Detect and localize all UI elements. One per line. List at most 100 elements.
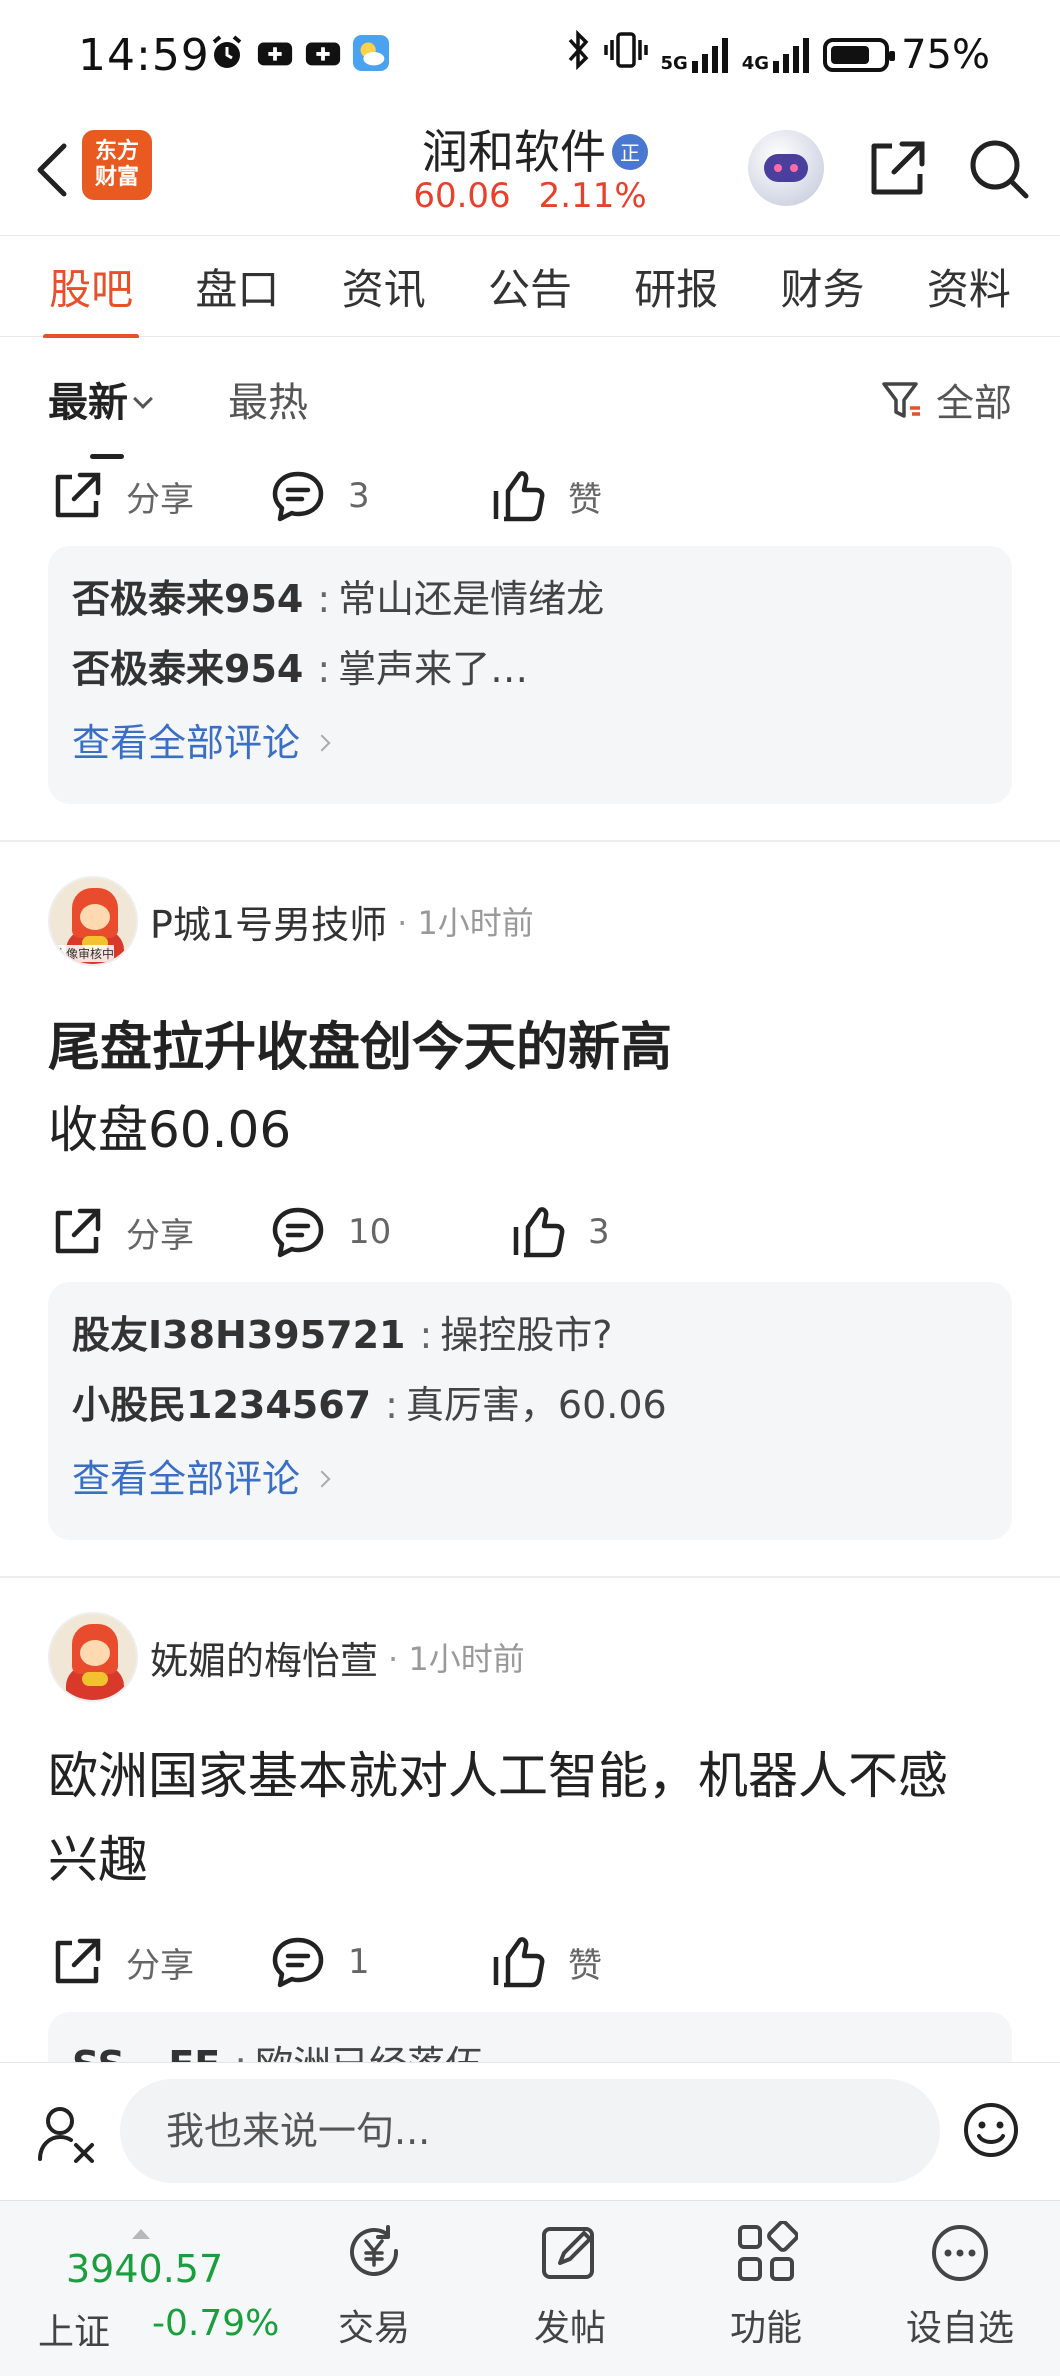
post-body[interactable]: 收盘60.06 <box>0 1088 1060 1172</box>
tab-announcements[interactable]: 公告 <box>482 256 578 317</box>
comment-user[interactable]: 否极泰来954 <box>72 577 303 621</box>
nav-functions[interactable]: 功能 <box>696 2221 836 2351</box>
app-logo[interactable]: 东方 财富 <box>82 130 152 200</box>
view-all-label: 查看全部评论 <box>72 721 301 765</box>
vibrate-icon <box>604 30 649 80</box>
zheng-badge: 正 <box>612 133 648 170</box>
chevron-right-icon <box>313 1470 331 1488</box>
comment-input[interactable]: 我也来说一句... <box>120 2079 940 2183</box>
stock-tabs: 股吧 盘口 资讯 公告 研报 财务 资料 <box>0 235 1060 339</box>
comment-user[interactable]: 否极泰来954 <box>72 647 303 691</box>
comment-action[interactable]: 3 <box>270 469 490 523</box>
comment-input-bar: 我也来说一句... <box>0 2062 1060 2200</box>
comment-preview[interactable]: SS...EE:欧洲已经落伍 <box>48 2012 1012 2062</box>
comment-line: 否极泰来954: 常山还是情绪龙 <box>72 577 605 621</box>
post-actions: 分享 10 3 <box>0 1182 1060 1282</box>
index-value: 3940.57 <box>66 2247 224 2291</box>
nav-label: 交易 <box>337 2308 410 2349</box>
stock-name: 润和软件 <box>422 125 606 179</box>
tab-pankou[interactable]: 盘口 <box>189 256 285 317</box>
avatar[interactable] <box>48 1612 138 1702</box>
alarm-icon <box>208 34 246 72</box>
edit-icon <box>542 2227 594 2279</box>
comment-user[interactable]: 小股民1234567 <box>72 1383 371 1427</box>
share-button[interactable] <box>862 134 932 204</box>
share-icon <box>55 1208 101 1254</box>
app-header: 东方 财富 润和软件正 60.06 2.11% <box>0 110 1060 235</box>
post-card[interactable]: 妩媚的梅怡萱 · 1小时前 欧洲国家基本就对人工智能，机器人不感 兴趣 分享 1… <box>0 1578 1060 2062</box>
comment-text: 真厉害，60.06 <box>405 1383 667 1427</box>
ai-assistant-button[interactable] <box>748 130 824 206</box>
avatar[interactable]: 头像审核中 <box>48 876 138 966</box>
emoji-button[interactable] <box>962 2101 1020 2159</box>
comment-count: 1 <box>348 1942 370 1982</box>
tab-guba[interactable]: 股吧 <box>43 256 140 339</box>
like-action[interactable]: 赞 <box>490 469 690 523</box>
share-label: 分享 <box>126 1945 194 1986</box>
nav-post[interactable]: 发帖 <box>500 2221 640 2351</box>
microphone-icon <box>38 2107 94 2163</box>
thumbs-up-icon <box>493 471 545 522</box>
back-button[interactable] <box>20 130 84 210</box>
post-card[interactable]: 头像审核中 P城1号男技师 · 1小时前 尾盘拉升收盘创今天的新高 收盘60.0… <box>0 842 1060 1578</box>
status-time: 14:59 <box>78 30 210 81</box>
share-action[interactable]: 分享 <box>50 469 270 523</box>
post-body-line: 兴趣 <box>48 1831 148 1889</box>
comment-action[interactable]: 10 <box>270 1205 490 1259</box>
comment-action[interactable]: 1 <box>270 1935 490 1989</box>
sort-latest[interactable]: 最新 <box>48 370 153 459</box>
like-action[interactable]: 赞 <box>490 1935 690 1989</box>
share-icon <box>55 472 101 518</box>
sort-hot[interactable]: 最热 <box>228 370 308 428</box>
index-change: -0.79% <box>152 2303 280 2344</box>
search-button[interactable] <box>964 134 1034 204</box>
nav-label: 功能 <box>729 2308 802 2349</box>
post-author[interactable]: P城1号男技师 <box>150 894 387 949</box>
market-index[interactable]: 3940.57 上证 -0.79% <box>38 2219 298 2359</box>
view-all-comments[interactable]: 查看全部评论 <box>72 704 988 782</box>
comment-preview[interactable]: 股友I38H395721: 操控股市? 小股民1234567: 真厉害，60.06 … <box>48 1282 1012 1540</box>
comment-text: 掌声来了… <box>338 647 529 691</box>
post-body[interactable]: 欧洲国家基本就对人工智能，机器人不感 兴趣 <box>0 1704 1060 1902</box>
comment-user[interactable]: 股友I38H395721 <box>72 1313 405 1357</box>
post-actions: 分享 1 赞 <box>0 1912 1060 2012</box>
tab-finance[interactable]: 财务 <box>775 256 871 317</box>
bluetooth-icon <box>566 29 592 80</box>
comment-user[interactable]: SS...EE <box>72 2043 220 2062</box>
share-action[interactable]: 分享 <box>50 1935 270 1989</box>
chevron-right-icon <box>313 734 331 752</box>
view-all-label: 查看全部评论 <box>72 1457 301 1501</box>
app-notification-icon <box>256 34 294 72</box>
comment-icon <box>272 1207 324 1258</box>
nav-add-watchlist[interactable]: 设自选 <box>890 2221 1030 2351</box>
nav-trade[interactable]: 交易 <box>304 2221 444 2351</box>
signal-5g-icon: 5G <box>660 37 729 73</box>
comment-line: SS...EE:欧洲已经落伍 <box>72 2030 988 2062</box>
logo-line2: 财富 <box>94 165 139 190</box>
view-all-comments[interactable]: 查看全部评论 <box>72 1440 988 1518</box>
thumbs-up-icon <box>513 1207 565 1258</box>
comment-line: 股友I38H395721: 操控股市? <box>72 1313 613 1357</box>
post-title[interactable]: 尾盘拉升收盘创今天的新高 <box>0 968 1060 1088</box>
tab-research[interactable]: 研报 <box>628 256 724 317</box>
post-body-line: 欧洲国家基本就对人工智能，机器人不感 <box>48 1747 948 1805</box>
tab-news[interactable]: 资讯 <box>336 256 432 317</box>
share-action[interactable]: 分享 <box>50 1205 270 1259</box>
post-time: · 1小时前 <box>388 1640 525 1678</box>
comment-count: 10 <box>348 1212 392 1252</box>
post-header: 头像审核中 P城1号男技师 · 1小时前 <box>0 874 1060 968</box>
voice-input-button[interactable] <box>36 2101 100 2165</box>
filter-button[interactable]: 全部 <box>880 372 1012 427</box>
share-label: 分享 <box>126 1215 194 1256</box>
bottom-nav: 3940.57 上证 -0.79% 交易 发帖 功能 设自选 <box>0 2200 1060 2376</box>
post-author[interactable]: 妩媚的梅怡萱 <box>150 1630 378 1685</box>
comment-preview[interactable]: 否极泰来954: 常山还是情绪龙 否极泰来954: 掌声来了… 查看全部评论 <box>48 546 1012 804</box>
comment-icon <box>272 1937 324 1988</box>
stock-change: 2.11% <box>538 176 647 216</box>
tab-profile[interactable]: 资料 <box>921 256 1017 317</box>
post-time: · 1小时前 <box>397 904 534 942</box>
share-icon <box>55 1938 101 1984</box>
like-action[interactable]: 3 <box>490 1205 690 1259</box>
stock-title: 润和软件正 <box>400 116 670 182</box>
status-bar: 14:59 5G 4G 75% <box>0 0 1060 110</box>
